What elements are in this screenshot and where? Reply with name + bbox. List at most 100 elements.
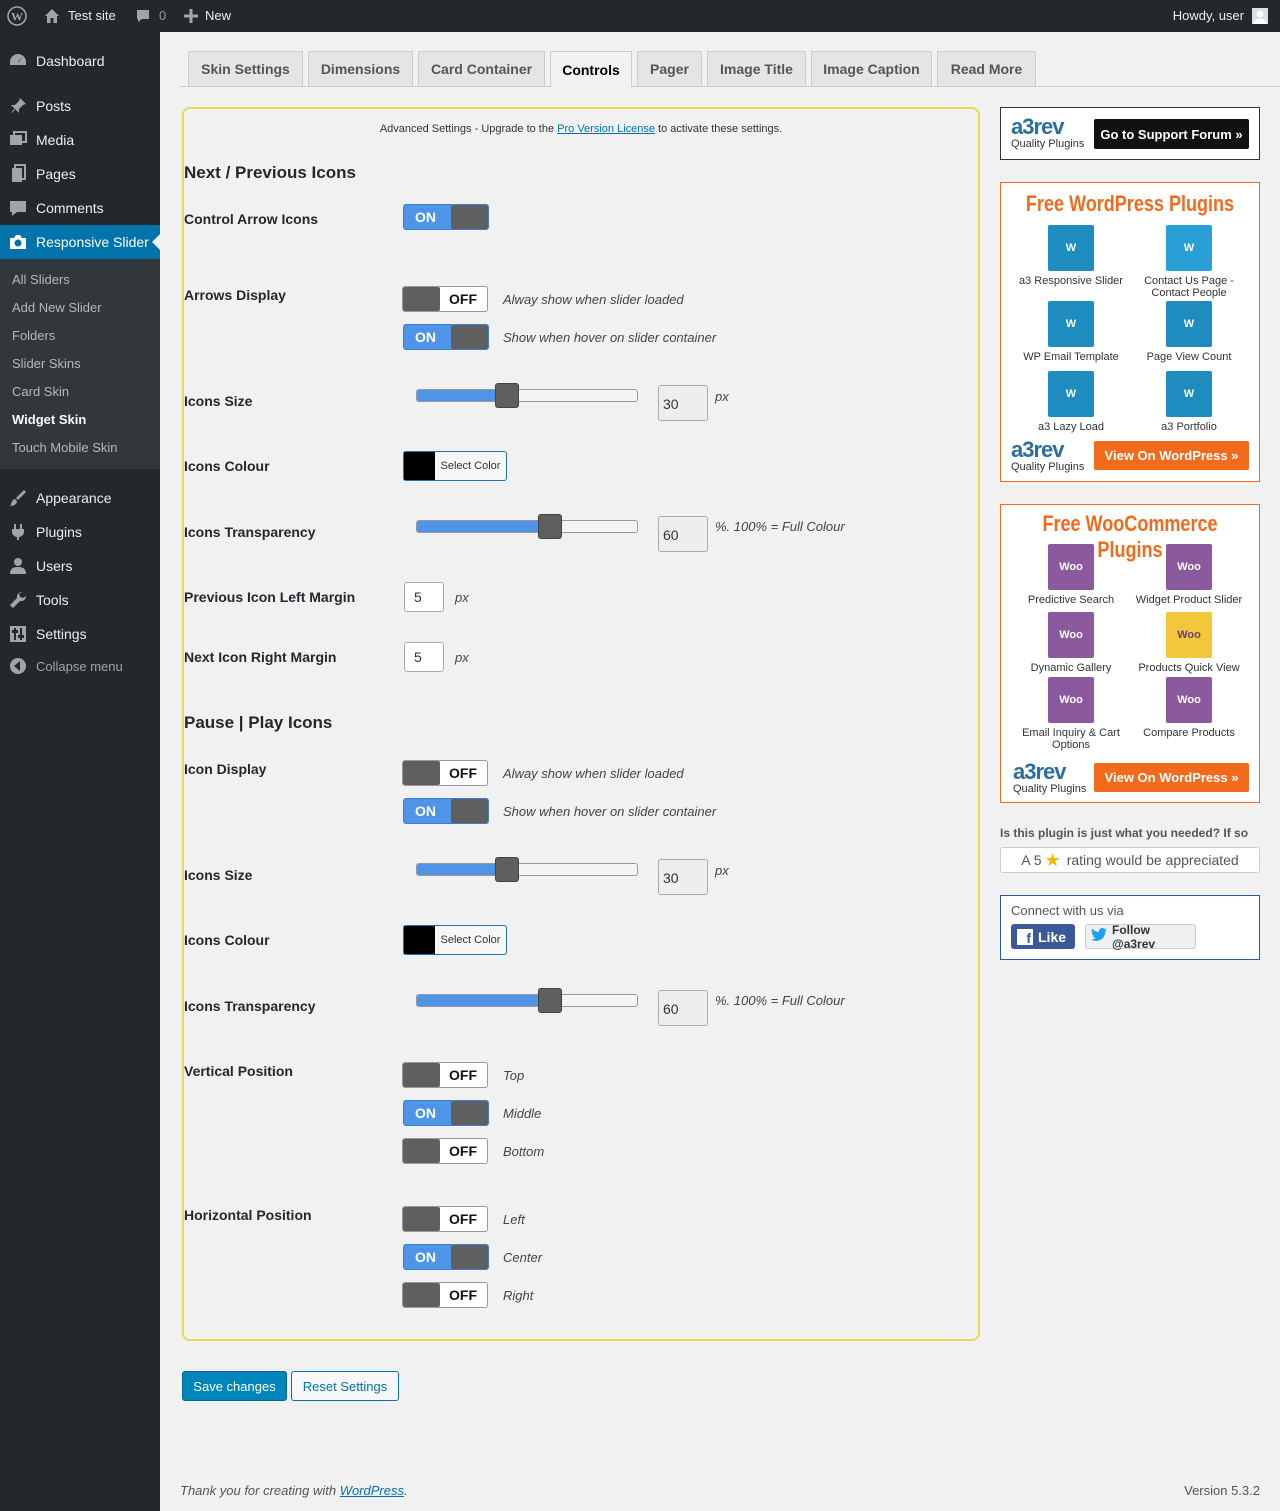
a3rev-logo: a3rev Quality Plugins xyxy=(1013,759,1087,796)
menu-item-settings[interactable]: Settings xyxy=(0,617,160,651)
menu-item-tools[interactable]: Tools xyxy=(0,583,160,617)
menu-item-pages[interactable]: Pages xyxy=(0,157,160,191)
tab-dimensions[interactable]: Dimensions xyxy=(308,51,413,86)
plugin-a3-portfolio[interactable]: Wa3 Portfolio xyxy=(1129,371,1249,433)
support-forum-button[interactable]: Go to Support Forum » xyxy=(1094,119,1249,149)
plugin-page-view-count[interactable]: W Page View Count xyxy=(1129,301,1249,363)
slider-pause-icons-size[interactable] xyxy=(416,857,638,882)
menu-item-comments[interactable]: Comments xyxy=(0,191,160,225)
home-icon xyxy=(45,9,59,23)
slider-nav-icons-transparency[interactable] xyxy=(416,514,638,539)
submenu-card-skin[interactable]: Card Skin xyxy=(12,384,69,399)
input-previous-icon-left-margin[interactable]: 5 xyxy=(404,582,444,612)
menu-item-users[interactable]: Users xyxy=(0,549,160,583)
slider-handle[interactable] xyxy=(538,988,562,1013)
submenu-all-sliders[interactable]: All Sliders xyxy=(12,272,70,287)
toggle-horizontal-left[interactable]: OFF xyxy=(402,1206,488,1232)
toggle-control-arrow-icons[interactable]: ON xyxy=(403,204,489,230)
toggle-vertical-top[interactable]: OFF xyxy=(402,1062,488,1088)
slider-handle[interactable] xyxy=(538,514,562,539)
plugin-contact-us-page[interactable]: W Contact Us Page - Contact People xyxy=(1129,225,1249,299)
color-picker-pause-icons[interactable]: Select Color xyxy=(403,925,507,955)
input-next-icon-right-margin[interactable]: 5 xyxy=(404,642,444,672)
wordpress-logo-icon[interactable]: W xyxy=(7,0,27,32)
menu-item-responsive-slider[interactable]: Responsive Slider xyxy=(0,225,160,259)
toggle-pause-hover-show[interactable]: ON xyxy=(403,798,489,824)
toggle-horizontal-right[interactable]: OFF xyxy=(402,1282,488,1308)
plugin-a3-responsive-slider[interactable]: Wa3 Responsive Slider xyxy=(1011,225,1131,287)
twitter-bird-icon xyxy=(1091,928,1107,945)
toggle-arrows-always-show[interactable]: OFF xyxy=(402,286,488,312)
submenu-add-new-slider[interactable]: Add New Slider xyxy=(12,300,102,315)
view-on-wordpress-button[interactable]: View On WordPress » xyxy=(1094,441,1249,470)
plugin-widget-product-slider[interactable]: Woo Widget Product Slider xyxy=(1129,544,1249,606)
toggle-pause-always-show[interactable]: OFF xyxy=(402,760,488,786)
plugin-compare-products[interactable]: Woo Compare Products xyxy=(1129,677,1249,739)
reset-settings-button[interactable]: Reset Settings xyxy=(291,1371,399,1401)
tab-read-more[interactable]: Read More xyxy=(937,51,1036,86)
submenu-widget-skin[interactable]: Widget Skin xyxy=(12,412,86,427)
star-icon: ★ xyxy=(1044,849,1061,870)
unit-px: px xyxy=(715,389,729,404)
site-name-link[interactable]: Test site xyxy=(44,0,116,32)
plugin-products-quick-view[interactable]: Woo Products Quick View xyxy=(1129,612,1249,674)
footer-thanks: Thank you for creating with WordPress. xyxy=(180,1483,408,1498)
submenu-folders[interactable]: Folders xyxy=(12,328,55,343)
upgrade-notice: Advanced Settings - Upgrade to the Pro V… xyxy=(379,123,783,135)
tab-card-container[interactable]: Card Container xyxy=(418,51,545,86)
plus-icon xyxy=(184,9,198,23)
slider-nav-icons-size[interactable] xyxy=(416,383,638,408)
rating-box[interactable]: A 5 ★ rating would be appreciated xyxy=(1000,847,1260,873)
input-pause-icons-size[interactable]: 30 xyxy=(658,859,708,895)
plug-icon xyxy=(0,522,36,542)
slider-handle[interactable] xyxy=(495,857,519,882)
menu-item-plugins[interactable]: Plugins xyxy=(0,515,160,549)
pro-license-link[interactable]: Pro Version License xyxy=(557,123,655,135)
unit-px: px xyxy=(455,590,469,605)
color-picker-nav-icons[interactable]: Select Color xyxy=(403,451,507,481)
plugin-email-inquiry[interactable]: Woo Email Inquiry & Cart Options xyxy=(1011,677,1131,751)
plugin-wp-email-template[interactable]: W WP Email Template xyxy=(1011,301,1131,363)
menu-item-appearance[interactable]: Appearance xyxy=(0,481,160,515)
menu-item-posts[interactable]: Posts xyxy=(0,89,160,123)
input-pause-icons-transparency[interactable]: 60 xyxy=(658,990,708,1026)
collapse-icon xyxy=(0,657,36,675)
toggle-horizontal-center[interactable]: ON xyxy=(403,1244,489,1270)
collapse-menu-button[interactable]: Collapse menu xyxy=(0,649,160,683)
input-nav-icons-transparency[interactable]: 60 xyxy=(658,516,708,552)
comments-link[interactable]: 0 xyxy=(135,0,166,32)
submenu-touch-mobile-skin[interactable]: Touch Mobile Skin xyxy=(12,440,118,455)
free-woocommerce-plugins-panel: Free WooCommerce Plugins Woo Predictive S… xyxy=(1000,504,1260,803)
color-swatch xyxy=(404,452,435,480)
slider-handle[interactable] xyxy=(495,383,519,408)
save-changes-button[interactable]: Save changes xyxy=(182,1371,287,1401)
label-vertical-position: Vertical Position xyxy=(184,1063,293,1079)
user-account-link[interactable]: Howdy, user xyxy=(1173,0,1268,32)
view-on-wordpress-button[interactable]: View On WordPress » xyxy=(1094,763,1249,792)
hint-right: Right xyxy=(503,1288,534,1303)
input-nav-icons-size[interactable]: 30 xyxy=(658,385,708,421)
plugin-dynamic-gallery[interactable]: Woo Dynamic Gallery xyxy=(1011,612,1131,674)
submenu-slider-skins[interactable]: Slider Skins xyxy=(12,356,81,371)
slider-pause-icons-transparency[interactable] xyxy=(416,988,638,1013)
label-control-arrow-icons: Control Arrow Icons xyxy=(184,211,319,227)
facebook-like-button[interactable]: f Like xyxy=(1011,924,1075,949)
twitter-follow-button[interactable]: Follow @a3rev xyxy=(1085,923,1196,951)
tab-pager[interactable]: Pager xyxy=(637,51,702,86)
toggle-arrows-hover-show[interactable]: ON xyxy=(403,324,489,350)
new-content-link[interactable]: New xyxy=(184,0,231,32)
plugin-thumbnail: Woo xyxy=(1166,677,1212,723)
plugin-thumbnail: W xyxy=(1166,225,1212,271)
menu-item-media[interactable]: Media xyxy=(0,123,160,157)
plugin-a3-lazy-load[interactable]: Wa3 Lazy Load xyxy=(1011,371,1131,433)
tab-controls[interactable]: Controls xyxy=(550,51,632,87)
plugin-predictive-search[interactable]: Woo Predictive Search xyxy=(1011,544,1131,606)
toggle-vertical-bottom[interactable]: OFF xyxy=(402,1138,488,1164)
menu-item-dashboard[interactable]: Dashboard xyxy=(0,44,160,78)
wordpress-link[interactable]: WordPress xyxy=(340,1483,404,1498)
tab-image-title[interactable]: Image Title xyxy=(707,51,806,86)
tab-skin-settings[interactable]: Skin Settings xyxy=(188,51,303,86)
toggle-vertical-middle[interactable]: ON xyxy=(403,1100,489,1126)
tab-image-caption[interactable]: Image Caption xyxy=(811,51,932,86)
pages-icon xyxy=(0,164,36,184)
